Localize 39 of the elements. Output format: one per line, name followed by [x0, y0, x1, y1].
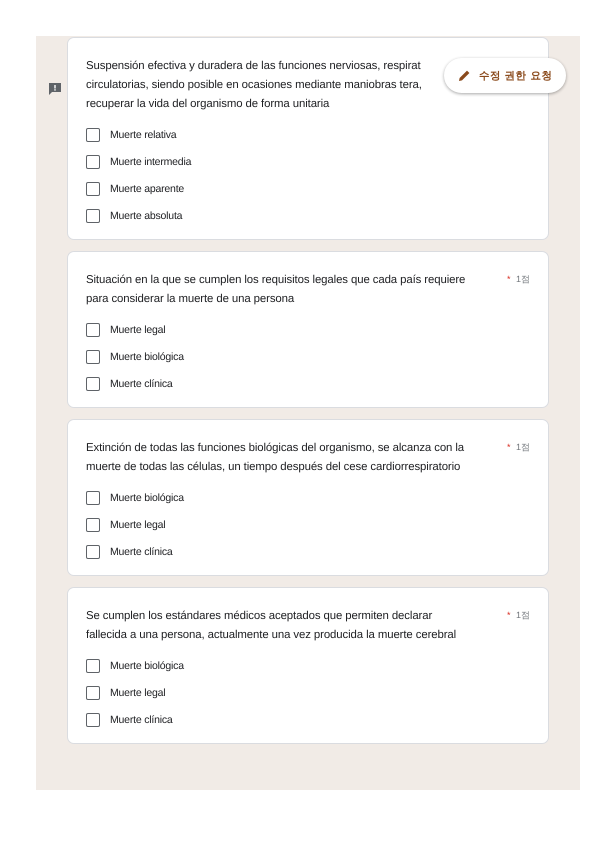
checkbox[interactable]: [86, 350, 100, 364]
checkbox[interactable]: [86, 377, 100, 391]
request-edit-button[interactable]: 수정 권한 요청: [444, 58, 566, 93]
question-text: Extinción de todas las funciones biológicas del organismo, se alcanza con la muerte de todas las células, un tiempo después del cese cardiorrespiratorio: [86, 441, 464, 475]
option-label: Muerte legal: [110, 687, 166, 699]
points-label: 1점: [516, 274, 530, 284]
question-text: Suspensión efectiva y duradera de las funciones nerviosas, respirat circulatorias, siendo posible en ocasiones mediante maniobras tera, recuperar la vida del organismo de forma unitaria: [86, 59, 422, 112]
question-text: Situación en la que se cumplen los requisitos legales que cada país requiere para considerar la muerte de una persona: [86, 273, 466, 307]
checkbox[interactable]: [86, 182, 100, 196]
points-label: 1점: [516, 442, 530, 452]
checkbox[interactable]: [86, 323, 100, 337]
required-mark: *: [506, 274, 510, 284]
option-label: Muerte aparente: [110, 183, 184, 195]
option-label: Muerte biológica: [110, 492, 184, 504]
option-label: Muerte intermedia: [110, 156, 192, 168]
checkbox[interactable]: [86, 659, 100, 673]
feedback-icon[interactable]: [48, 82, 62, 96]
required-mark: *: [506, 610, 510, 620]
checkbox[interactable]: [86, 686, 100, 700]
checkbox[interactable]: [86, 713, 100, 727]
option-label: Muerte biológica: [110, 351, 184, 363]
points-label: 1점: [516, 610, 530, 620]
required-mark: *: [506, 442, 510, 452]
pencil-icon: [458, 69, 471, 82]
option-label: Muerte clínica: [110, 378, 173, 390]
option-label: Muerte clínica: [110, 546, 173, 558]
checkbox[interactable]: [86, 209, 100, 223]
checkbox[interactable]: [86, 491, 100, 505]
checkbox[interactable]: [86, 518, 100, 532]
option-label: Muerte absoluta: [110, 210, 182, 222]
option-label: Muerte clínica: [110, 714, 173, 726]
checkbox[interactable]: [86, 545, 100, 559]
option-label: Muerte legal: [110, 324, 166, 336]
option-label: Muerte biológica: [110, 660, 184, 672]
checkbox[interactable]: [86, 155, 100, 169]
question-text: Se cumplen los estándares médicos aceptados que permiten declarar fallecida a una persona, actualmente una vez producida la muerte cerebral: [86, 609, 456, 643]
checkbox[interactable]: [86, 128, 100, 142]
option-label: Muerte relativa: [110, 129, 176, 141]
option-label: Muerte legal: [110, 519, 166, 531]
